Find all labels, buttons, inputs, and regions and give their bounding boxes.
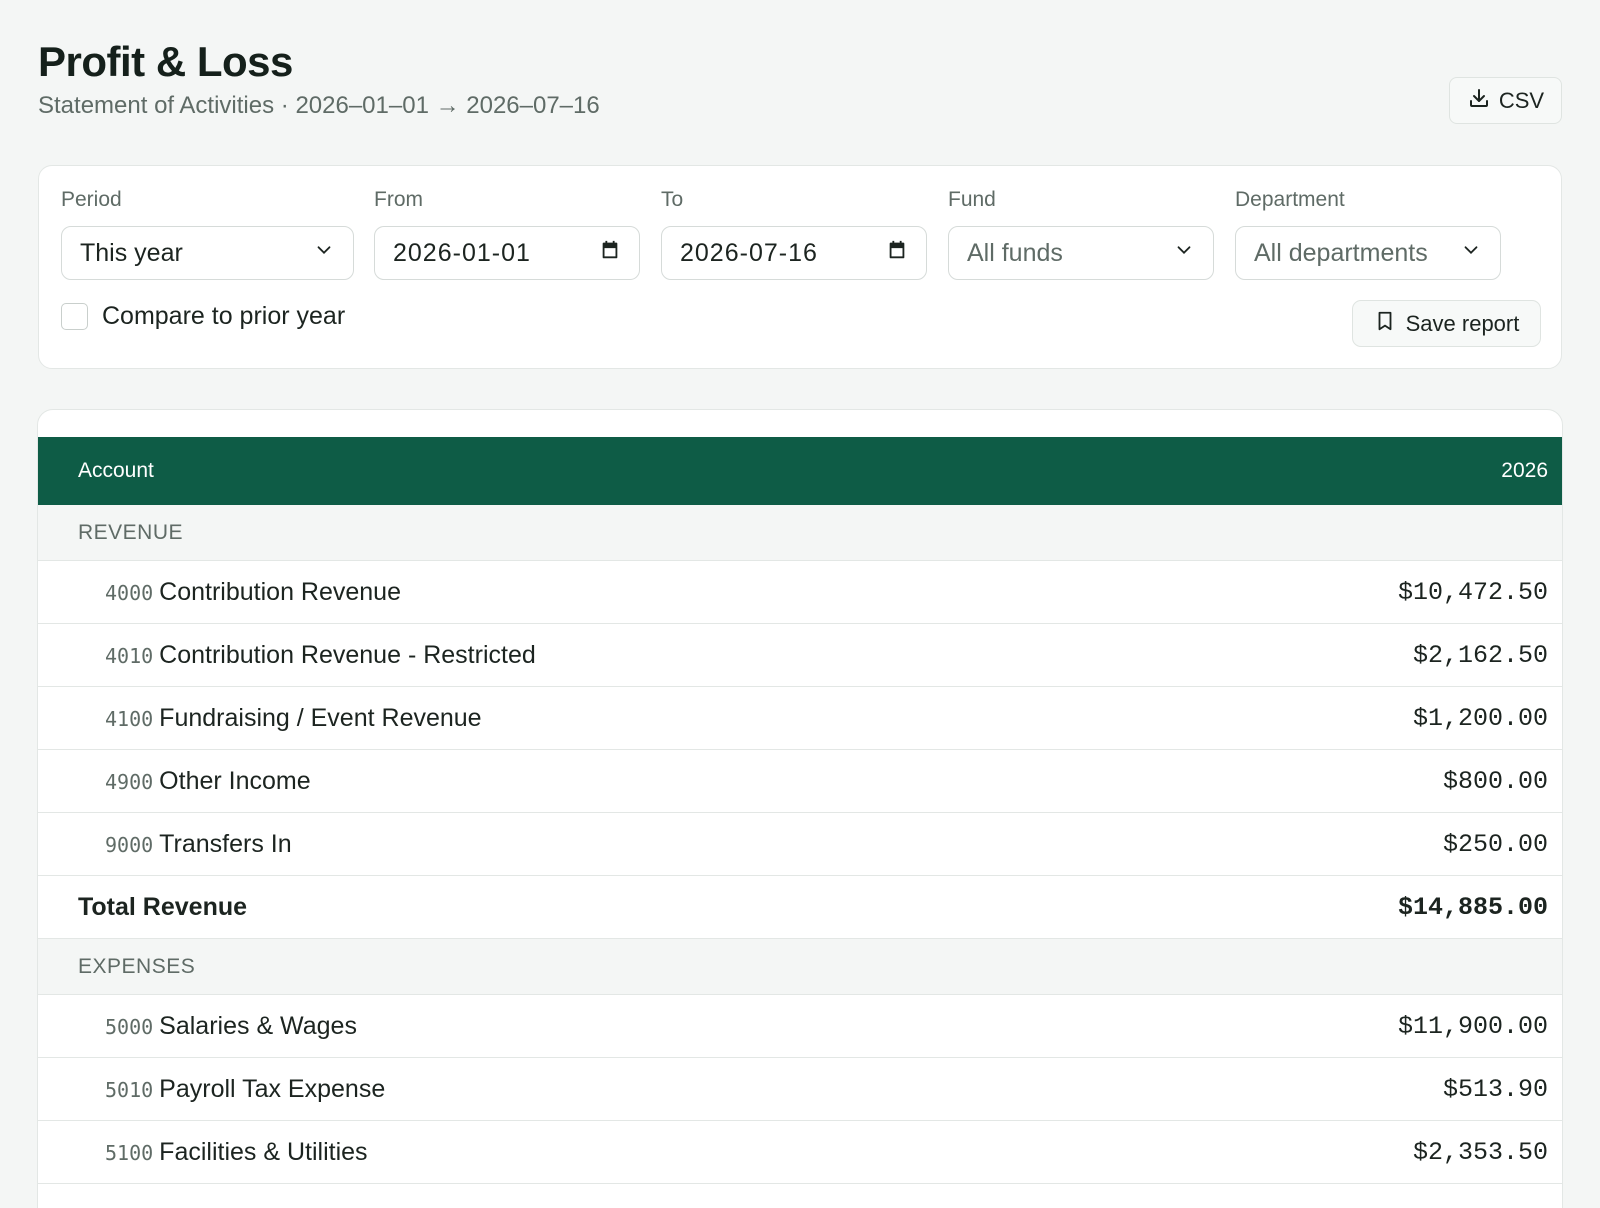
account-amount: $11,900.00 [1397,1011,1548,1041]
calendar-icon[interactable] [599,239,621,268]
compare-toggle[interactable]: Compare to prior year [61,302,345,331]
account-name: Contribution Revenue [159,577,401,606]
account-name: Contribution Revenue - Restricted [159,640,536,669]
table-body: REVENUE 4000 Contribution Revenue $10,472… [38,505,1562,1184]
fund-field: Fund All funds [948,186,1214,280]
save-report-label: Save report [1405,310,1520,336]
table-row[interactable]: 5010 Payroll Tax Expense $513.90 [38,1058,1562,1121]
account-amount: $250.00 [1442,829,1548,859]
account-code: 5000 [105,1014,154,1039]
column-header-year: 2026 [1501,459,1548,482]
account-amount: $10,472.50 [1397,577,1548,607]
total-revenue-amount: $14,885.00 [1397,892,1548,922]
table-row[interactable]: 4000 Contribution Revenue $10,472.50 [38,561,1562,624]
account-code: 4010 [105,643,154,668]
chevron-down-icon [1173,239,1195,268]
table-row[interactable]: 5000 Salaries & Wages $11,900.00 [38,995,1562,1058]
account-name: Salaries & Wages [159,1011,357,1040]
period-field: Period This year [61,186,354,280]
chevron-down-icon [313,239,335,268]
section-header-revenue: REVENUE [38,505,1562,561]
account-amount: $2,353.50 [1412,1137,1548,1167]
account-code: 4900 [105,769,154,794]
total-revenue-row: Total Revenue $14,885.00 [38,876,1562,939]
calendar-icon[interactable] [886,239,908,268]
account-name: Other Income [159,766,311,795]
fund-value: All funds [967,238,1063,267]
to-date-value: 2026-07-16 [680,238,818,267]
to-field: To 2026-07-16 [661,186,927,280]
chevron-down-icon [1460,239,1482,268]
account-amount: $1,200.00 [1412,703,1548,733]
department-field: Department All departments [1235,186,1501,280]
save-report-button[interactable]: Save report [1352,300,1541,347]
table-row[interactable]: 4100 Fundraising / Event Revenue $1,200.0… [38,687,1562,750]
account-amount: $800.00 [1442,766,1548,796]
table-header: Account 2026 [38,437,1562,505]
bookmark-icon [1374,310,1396,338]
to-date-input[interactable]: 2026-07-16 [661,226,927,280]
from-label: From [374,188,423,211]
account-amount: $2,162.50 [1412,640,1548,670]
to-label: To [661,188,684,211]
report-table: Account 2026 REVENUE 4000 Contribution Re… [37,409,1563,1208]
account-code: 5010 [105,1077,154,1102]
column-header-account: Account [78,459,154,482]
period-value: This year [80,238,183,267]
table-row[interactable]: 4010 Contribution Revenue - Restricted $2… [38,624,1562,687]
from-field: From 2026-01-01 [374,186,640,280]
department-label: Department [1235,188,1345,211]
from-date-input[interactable]: 2026-01-01 [374,226,640,280]
from-date-value: 2026-01-01 [393,238,531,267]
total-revenue-label: Total Revenue [78,892,248,921]
csv-label: CSV [1498,87,1545,113]
fund-select[interactable]: All funds [948,226,1214,280]
account-amount: $513.90 [1442,1074,1548,1104]
fund-label: Fund [948,188,996,211]
account-code: 4100 [105,706,154,731]
filter-panel: Period This year From 2026-01-01 To 2026… [38,165,1562,369]
account-code: 9000 [105,832,154,857]
account-name: Payroll Tax Expense [159,1074,386,1103]
period-select[interactable]: This year [61,226,354,280]
account-code: 5100 [105,1140,154,1165]
table-row[interactable]: 9000 Transfers In $250.00 [38,813,1562,876]
account-name: Fundraising / Event Revenue [159,703,482,732]
department-select[interactable]: All departments [1235,226,1501,280]
page-subtitle: Statement of Activities · 2026–01–01 → 2… [38,92,600,119]
page-header: Profit & Loss Statement of Activities · … [38,36,600,122]
period-label: Period [61,188,122,211]
table-row[interactable]: 4900 Other Income $800.00 [38,750,1562,813]
compare-label: Compare to prior year [102,302,346,330]
section-header-expenses: EXPENSES [38,939,1562,995]
account-code: 4000 [105,580,154,605]
account-name: Facilities & Utilities [159,1137,368,1166]
account-name: Transfers In [159,829,292,858]
compare-checkbox[interactable] [61,303,88,330]
csv-export-button[interactable]: CSV [1449,77,1562,124]
page-title: Profit & Loss [38,38,293,85]
table-row[interactable]: 5100 Facilities & Utilities $2,353.50 [38,1121,1562,1184]
department-value: All departments [1254,238,1428,267]
download-icon [1467,86,1491,116]
